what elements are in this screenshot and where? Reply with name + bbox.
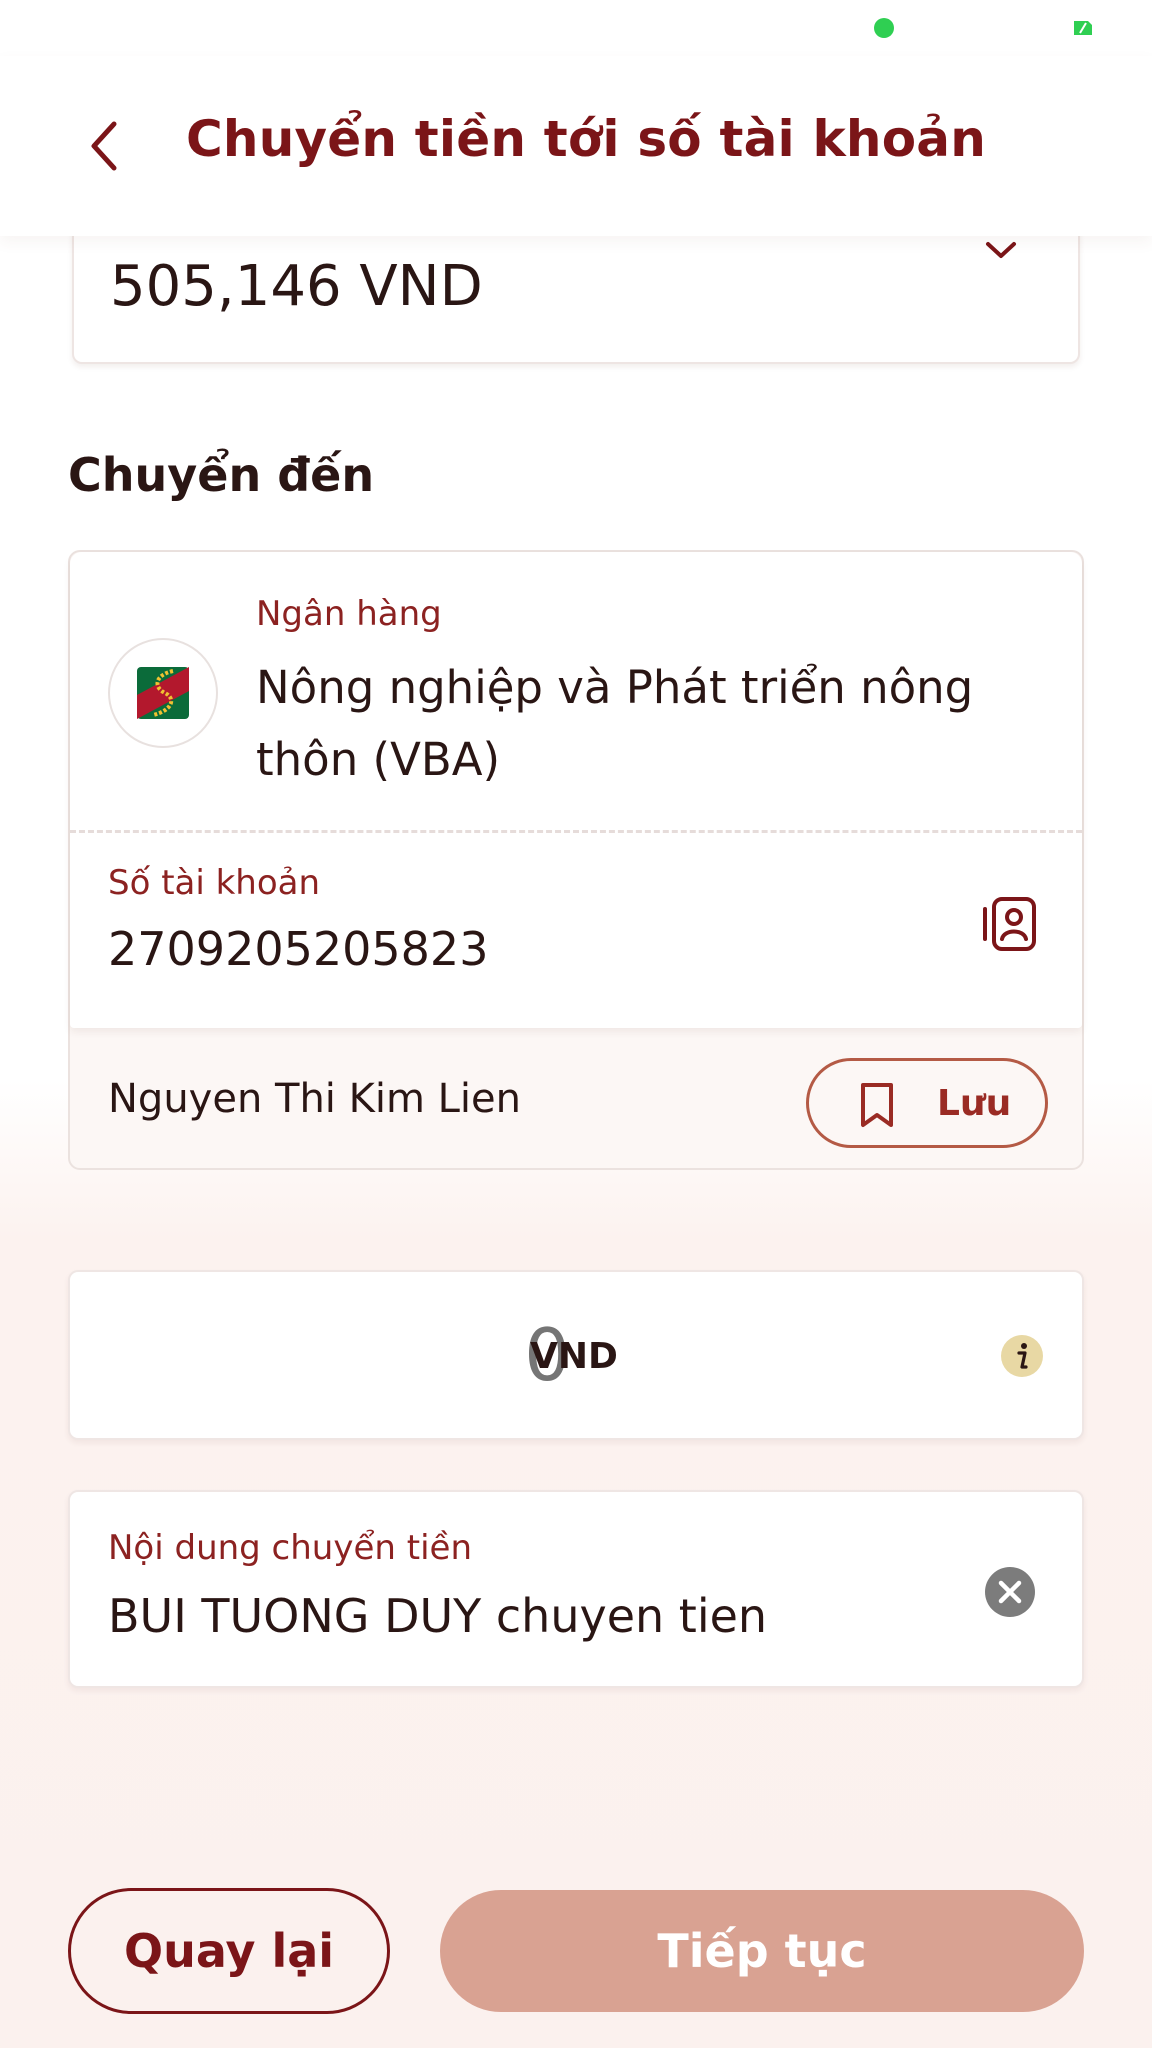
- status-bar: [0, 0, 1152, 56]
- account-number-label: Số tài khoản: [108, 863, 321, 903]
- bank-logo-icon: [137, 667, 189, 719]
- save-recipient-button[interactable]: Lưu: [806, 1058, 1048, 1148]
- currency-label: VND: [530, 1336, 618, 1377]
- continue-button[interactable]: Tiếp tục: [440, 1890, 1084, 2012]
- account-balance: 505,146 VND: [110, 254, 483, 319]
- transfer-note-card: Nội dung chuyển tiền: [68, 1490, 1084, 1688]
- clear-icon[interactable]: [984, 1566, 1036, 1618]
- save-label: Lưu: [937, 1083, 1012, 1124]
- transfer-note-label: Nội dung chuyển tiền: [108, 1528, 472, 1568]
- back-button[interactable]: Quay lại: [68, 1888, 390, 2014]
- account-number-input[interactable]: [108, 919, 928, 979]
- bank-label: Ngân hàng: [256, 594, 442, 634]
- bank-selector[interactable]: Ngân hàng Nông nghiệp và Phát triển nông…: [70, 552, 1082, 830]
- recipient-details: Ngân hàng Nông nghiệp và Phát triển nông…: [70, 552, 1082, 1028]
- section-title-transfer-to: Chuyển đến: [68, 448, 375, 502]
- amount-card: VND: [68, 1270, 1084, 1440]
- contact-book-icon[interactable]: [980, 895, 1038, 953]
- bank-logo-badge: [108, 638, 218, 748]
- bank-name: Nông nghiệp và Phát triển nông thôn (VBA…: [256, 661, 974, 786]
- account-number-field: Số tài khoản: [70, 833, 1082, 1028]
- header: Chuyển tiền tới số tài khoản: [0, 56, 1152, 236]
- bookmark-icon: [861, 1083, 893, 1127]
- page-title: Chuyển tiền tới số tài khoản: [186, 110, 986, 168]
- back-arrow-icon[interactable]: [82, 114, 130, 178]
- recipient-name-row: Nguyen Thi Kim Lien Lưu: [70, 1028, 1082, 1168]
- recipient-card: Ngân hàng Nông nghiệp và Phát triển nông…: [68, 550, 1084, 1170]
- recipient-name: Nguyen Thi Kim Lien: [108, 1076, 522, 1122]
- chevron-down-icon[interactable]: [984, 238, 1018, 262]
- screen: 505,146 VND Chuyển tiền tới số tài khoản…: [0, 0, 1152, 2048]
- battery-icon: [1074, 21, 1092, 35]
- info-icon[interactable]: [1000, 1334, 1044, 1378]
- camera-indicator-dot: [874, 18, 894, 38]
- transfer-note-input[interactable]: [108, 1584, 928, 1648]
